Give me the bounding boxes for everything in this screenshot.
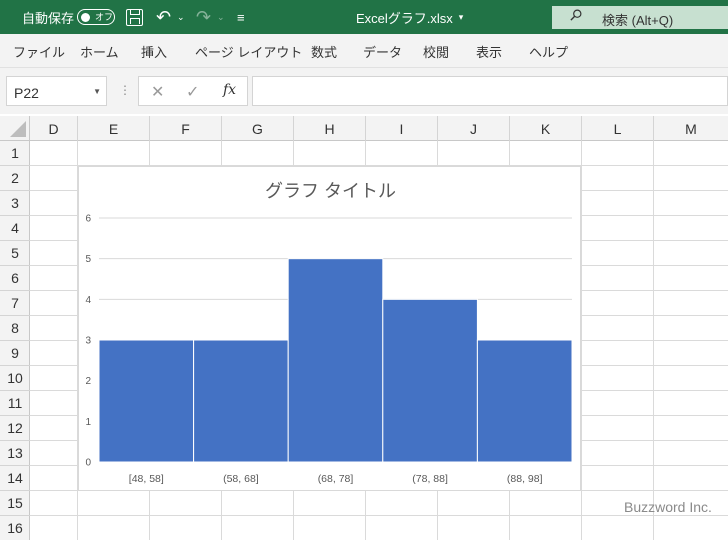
bar[interactable] bbox=[98, 339, 195, 463]
row-header-8[interactable]: 8 bbox=[0, 316, 30, 341]
cancel-icon[interactable]: ✕ bbox=[151, 82, 164, 102]
column-header-m[interactable]: M bbox=[654, 116, 728, 141]
column-header-d[interactable]: D bbox=[30, 116, 78, 141]
y-tick-label: 4 bbox=[85, 295, 91, 306]
watermark: Buzzword Inc. bbox=[624, 499, 712, 515]
row-header-7[interactable]: 7 bbox=[0, 291, 30, 316]
redo-icon[interactable]: ↷ bbox=[196, 0, 211, 34]
y-tick-label: 2 bbox=[85, 376, 91, 387]
chevron-down-icon[interactable]: ▼ bbox=[93, 87, 101, 96]
x-tick-label: (88, 98] bbox=[507, 473, 543, 485]
autosave-state: オフ bbox=[95, 12, 114, 22]
name-box[interactable]: P22 ▼ bbox=[6, 76, 107, 106]
bar[interactable] bbox=[193, 339, 289, 463]
redo-dropdown-icon[interactable]: ⌄ bbox=[217, 0, 225, 34]
column-header-l[interactable]: L bbox=[582, 116, 654, 141]
row-header-15[interactable]: 15 bbox=[0, 491, 30, 516]
tab-insert[interactable]: 挿入 bbox=[141, 42, 167, 61]
chart-plot: 0 1 2 3 4 5 6 [48, 58] (58, 68] (68, 78] (78, 88] (… bbox=[85, 214, 573, 485]
bar[interactable] bbox=[287, 258, 384, 463]
formula-input[interactable] bbox=[252, 76, 728, 106]
x-tick-label: [48, 58] bbox=[129, 473, 164, 485]
row-header-1[interactable]: 1 bbox=[0, 141, 30, 166]
row-header-10[interactable]: 10 bbox=[0, 366, 30, 391]
x-tick-label: (58, 68] bbox=[223, 473, 259, 485]
search-icon bbox=[570, 9, 582, 21]
title-bar: 自動保存 オフ ↶ ⌄ ↷ ⌄ ≡ Excelグラフ.xlsx ▾ 検索 (Al… bbox=[0, 0, 728, 34]
column-header-e[interactable]: E bbox=[78, 116, 150, 141]
row-header-12[interactable]: 12 bbox=[0, 416, 30, 441]
column-header-f[interactable]: F bbox=[150, 116, 222, 141]
formula-tools: ✕ ✓ fx bbox=[138, 76, 248, 106]
row-header-14[interactable]: 14 bbox=[0, 466, 30, 491]
column-header-j[interactable]: J bbox=[438, 116, 510, 141]
tab-view[interactable]: 表示 bbox=[476, 42, 502, 61]
x-tick-label: (78, 88] bbox=[412, 473, 448, 485]
undo-icon[interactable]: ↶ bbox=[156, 0, 171, 34]
column-header-k[interactable]: K bbox=[510, 116, 582, 141]
autosave-toggle[interactable]: オフ bbox=[77, 9, 115, 25]
file-name: Excelグラフ.xlsx bbox=[356, 10, 453, 26]
undo-dropdown-icon[interactable]: ⌄ bbox=[177, 0, 185, 34]
column-header-g[interactable]: G bbox=[222, 116, 294, 141]
more-icon[interactable]: ⋮ bbox=[119, 83, 131, 97]
tab-help[interactable]: ヘルプ bbox=[529, 42, 568, 61]
row-header-2[interactable]: 2 bbox=[0, 166, 30, 191]
row-header-9[interactable]: 9 bbox=[0, 341, 30, 366]
row-header-3[interactable]: 3 bbox=[0, 191, 30, 216]
row-header-4[interactable]: 4 bbox=[0, 216, 30, 241]
select-all-icon bbox=[10, 121, 26, 137]
row-header-6[interactable]: 6 bbox=[0, 266, 30, 291]
y-tick-label: 1 bbox=[85, 417, 91, 428]
insert-function-icon[interactable]: fx bbox=[223, 82, 236, 98]
customize-toolbar-icon[interactable]: ≡ bbox=[237, 0, 245, 34]
chevron-down-icon: ▾ bbox=[458, 11, 464, 22]
ribbon-tabs: ファイル ホーム 挿入 ページ レイアウト 数式 データ 校閲 表示 ヘルプ bbox=[0, 34, 728, 68]
tab-formulas[interactable]: 数式 bbox=[311, 42, 337, 61]
file-title[interactable]: Excelグラフ.xlsx ▾ bbox=[356, 0, 463, 34]
y-tick-label: 3 bbox=[85, 336, 91, 347]
enter-check-icon[interactable]: ✓ bbox=[186, 82, 199, 102]
row-header-11[interactable]: 11 bbox=[0, 391, 30, 416]
row-header-13[interactable]: 13 bbox=[0, 441, 30, 466]
bar[interactable] bbox=[382, 298, 478, 463]
row-header-16[interactable]: 16 bbox=[0, 516, 30, 540]
save-icon[interactable] bbox=[126, 9, 143, 26]
bar[interactable] bbox=[476, 339, 573, 463]
tab-data[interactable]: データ bbox=[363, 42, 402, 61]
column-header-i[interactable]: I bbox=[366, 116, 438, 141]
y-tick-label: 6 bbox=[85, 214, 91, 225]
row-header-5[interactable]: 5 bbox=[0, 241, 30, 266]
x-tick-label: (68, 78] bbox=[318, 473, 354, 485]
toggle-knob bbox=[81, 12, 90, 22]
tab-home[interactable]: ホーム bbox=[80, 42, 119, 61]
tab-review[interactable]: 校閲 bbox=[423, 42, 449, 61]
histogram-chart[interactable]: グラフ タイトル 0 1 2 3 4 5 6 [48, 58] (58, 68] (68, 78]… bbox=[78, 166, 581, 491]
select-all-button[interactable] bbox=[0, 116, 30, 141]
y-tick-label: 5 bbox=[85, 254, 91, 265]
search-box[interactable]: 検索 (Alt+Q) bbox=[552, 6, 728, 29]
grid-line bbox=[30, 515, 728, 516]
tab-page-layout[interactable]: ページ レイアウト bbox=[195, 42, 302, 61]
column-header-h[interactable]: H bbox=[294, 116, 366, 141]
search-placeholder: 検索 (Alt+Q) bbox=[602, 13, 674, 28]
y-tick-label: 0 bbox=[85, 458, 91, 469]
name-box-value: P22 bbox=[14, 85, 39, 101]
tab-file[interactable]: ファイル bbox=[13, 42, 65, 61]
autosave-label: 自動保存 bbox=[22, 10, 75, 26]
